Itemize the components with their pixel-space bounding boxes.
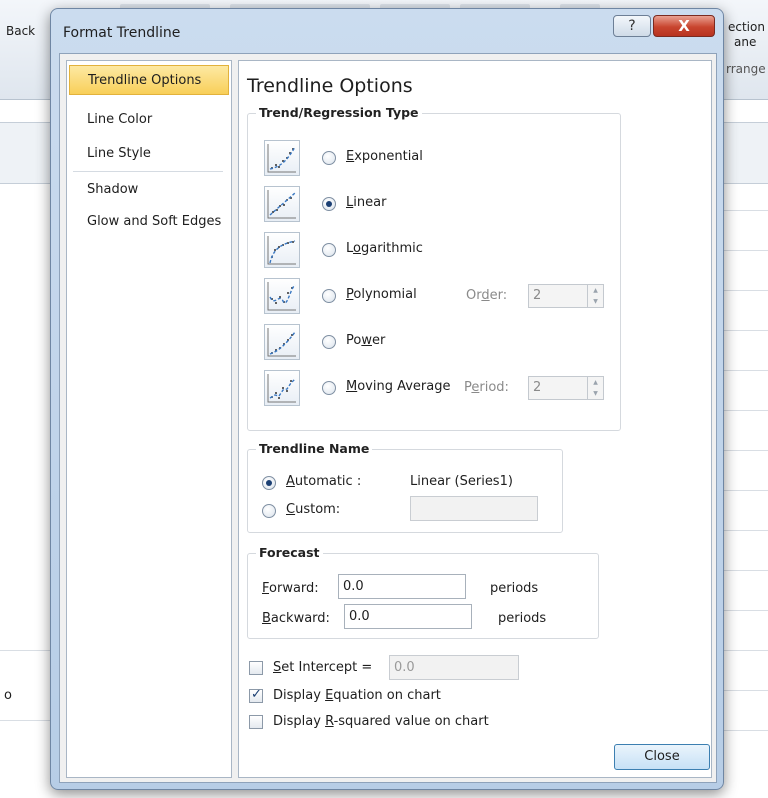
logarithmic-trend-icon (264, 232, 300, 268)
automatic-name-radio[interactable] (262, 476, 276, 490)
linear-trend-icon (264, 186, 300, 222)
gridline (720, 650, 768, 651)
dialog-title-bar[interactable]: Format Trendline ? X (51, 9, 723, 53)
panel-heading: Trendline Options (247, 75, 413, 97)
moving-average-label: Moving Average (346, 379, 451, 394)
custom-name-radio[interactable] (262, 504, 276, 518)
display-equation-label: Display Equation on chart (273, 688, 441, 703)
set-intercept-checkbox[interactable] (249, 661, 263, 675)
polynomial-radio[interactable] (322, 289, 336, 303)
gridline (720, 690, 768, 691)
nav-item-line-color[interactable]: Line Color (69, 105, 229, 135)
gridline (720, 250, 768, 251)
exponential-radio[interactable] (322, 151, 336, 165)
gridline (720, 410, 768, 411)
spin-up-icon[interactable]: ▲ (588, 377, 603, 388)
polynomial-trend-icon (264, 278, 300, 314)
spin-up-icon[interactable]: ▲ (588, 285, 603, 296)
polynomial-label: Polynomial (346, 287, 417, 302)
ribbon-background-label: Back (6, 24, 36, 38)
gridline (720, 290, 768, 291)
order-label: Order: (466, 288, 508, 303)
forecast-group: Forecast Forward: 0.0 periods Backward: … (247, 545, 599, 639)
backward-input[interactable]: 0.0 (344, 604, 472, 629)
power-label: Power (346, 333, 386, 348)
gridline (720, 530, 768, 531)
help-button[interactable]: ? (613, 15, 651, 37)
gridline (720, 730, 768, 731)
backward-label: Backward: (262, 611, 330, 626)
display-rsquared-label: Display R-squared value on chart (273, 714, 489, 729)
custom-name-label: Custom: (286, 502, 341, 517)
exponential-trend-icon (264, 140, 300, 176)
ribbon-selection-pane-label: ection (728, 20, 765, 34)
trendline-options-panel: Trendline Options Trend/Regression Type … (238, 60, 712, 778)
trend-type-legend: Trend/Regression Type (256, 105, 422, 120)
spin-down-icon[interactable]: ▼ (588, 296, 603, 307)
automatic-name-value: Linear (Series1) (410, 474, 513, 489)
gridline (0, 650, 50, 651)
custom-name-input[interactable] (410, 496, 538, 521)
logarithmic-label: Logarithmic (346, 241, 423, 256)
forward-label: Forward: (262, 581, 319, 596)
gridline (720, 570, 768, 571)
forecast-legend: Forecast (256, 545, 323, 560)
nav-item-line-style[interactable]: Line Style (69, 139, 229, 169)
period-value: 2 (533, 380, 542, 395)
gridline (720, 490, 768, 491)
order-value: 2 (533, 288, 542, 303)
trendline-name-legend: Trendline Name (256, 441, 373, 456)
gridline (720, 450, 768, 451)
power-trend-icon (264, 324, 300, 360)
logarithmic-radio[interactable] (322, 243, 336, 257)
nav-item-shadow[interactable]: Shadow (69, 175, 229, 205)
set-intercept-input[interactable]: 0.0 (389, 655, 519, 680)
period-label: Period: (464, 380, 509, 395)
gridline (720, 330, 768, 331)
nav-separator (73, 171, 223, 172)
period-spinner[interactable]: 2 ▲ ▼ (528, 376, 604, 400)
exponential-label: Exponential (346, 149, 423, 164)
display-rsquared-checkbox[interactable] (249, 715, 263, 729)
linear-label: Linear (346, 195, 387, 210)
gridline (720, 370, 768, 371)
worksheet-cell-fragment: o (4, 688, 12, 703)
gridline (0, 720, 50, 721)
category-nav: Trendline Options Line Color Line Style … (66, 60, 232, 778)
linear-radio[interactable] (322, 197, 336, 211)
gridline (720, 610, 768, 611)
display-equation-checkbox[interactable] (249, 687, 263, 703)
spin-down-icon[interactable]: ▼ (588, 388, 603, 399)
forward-input[interactable]: 0.0 (338, 574, 466, 599)
help-icon: ? (628, 18, 636, 34)
order-spinner-arrows[interactable]: ▲ ▼ (587, 285, 603, 307)
close-button[interactable]: Close (614, 744, 710, 770)
moving-average-radio[interactable] (322, 381, 336, 395)
trend-type-group: Trend/Regression Type Exponential Linear (247, 105, 621, 431)
trendline-name-group: Trendline Name Automatic : Linear (Serie… (247, 441, 563, 533)
automatic-name-label: Automatic : (286, 474, 362, 489)
power-radio[interactable] (322, 335, 336, 349)
forward-unit: periods (490, 581, 539, 596)
backward-unit: periods (498, 611, 547, 626)
dialog-title: Format Trendline (63, 25, 181, 41)
gridline (720, 210, 768, 211)
set-intercept-label: Set Intercept = (273, 660, 373, 675)
dialog-client-area: Trendline Options Line Color Line Style … (59, 53, 717, 783)
window-close-button[interactable]: X (653, 15, 715, 37)
nav-item-glow-soft-edges[interactable]: Glow and Soft Edges (69, 207, 229, 237)
moving-average-trend-icon (264, 370, 300, 406)
format-trendline-dialog: Format Trendline ? X Trendline Options L… (50, 8, 724, 790)
ribbon-selection-pane-label: ane (734, 35, 757, 49)
close-icon: X (678, 17, 690, 35)
ribbon-arrange-group-label: rrange (726, 62, 766, 76)
period-spinner-arrows[interactable]: ▲ ▼ (587, 377, 603, 399)
order-spinner[interactable]: 2 ▲ ▼ (528, 284, 604, 308)
nav-item-trendline-options[interactable]: Trendline Options (69, 65, 229, 95)
